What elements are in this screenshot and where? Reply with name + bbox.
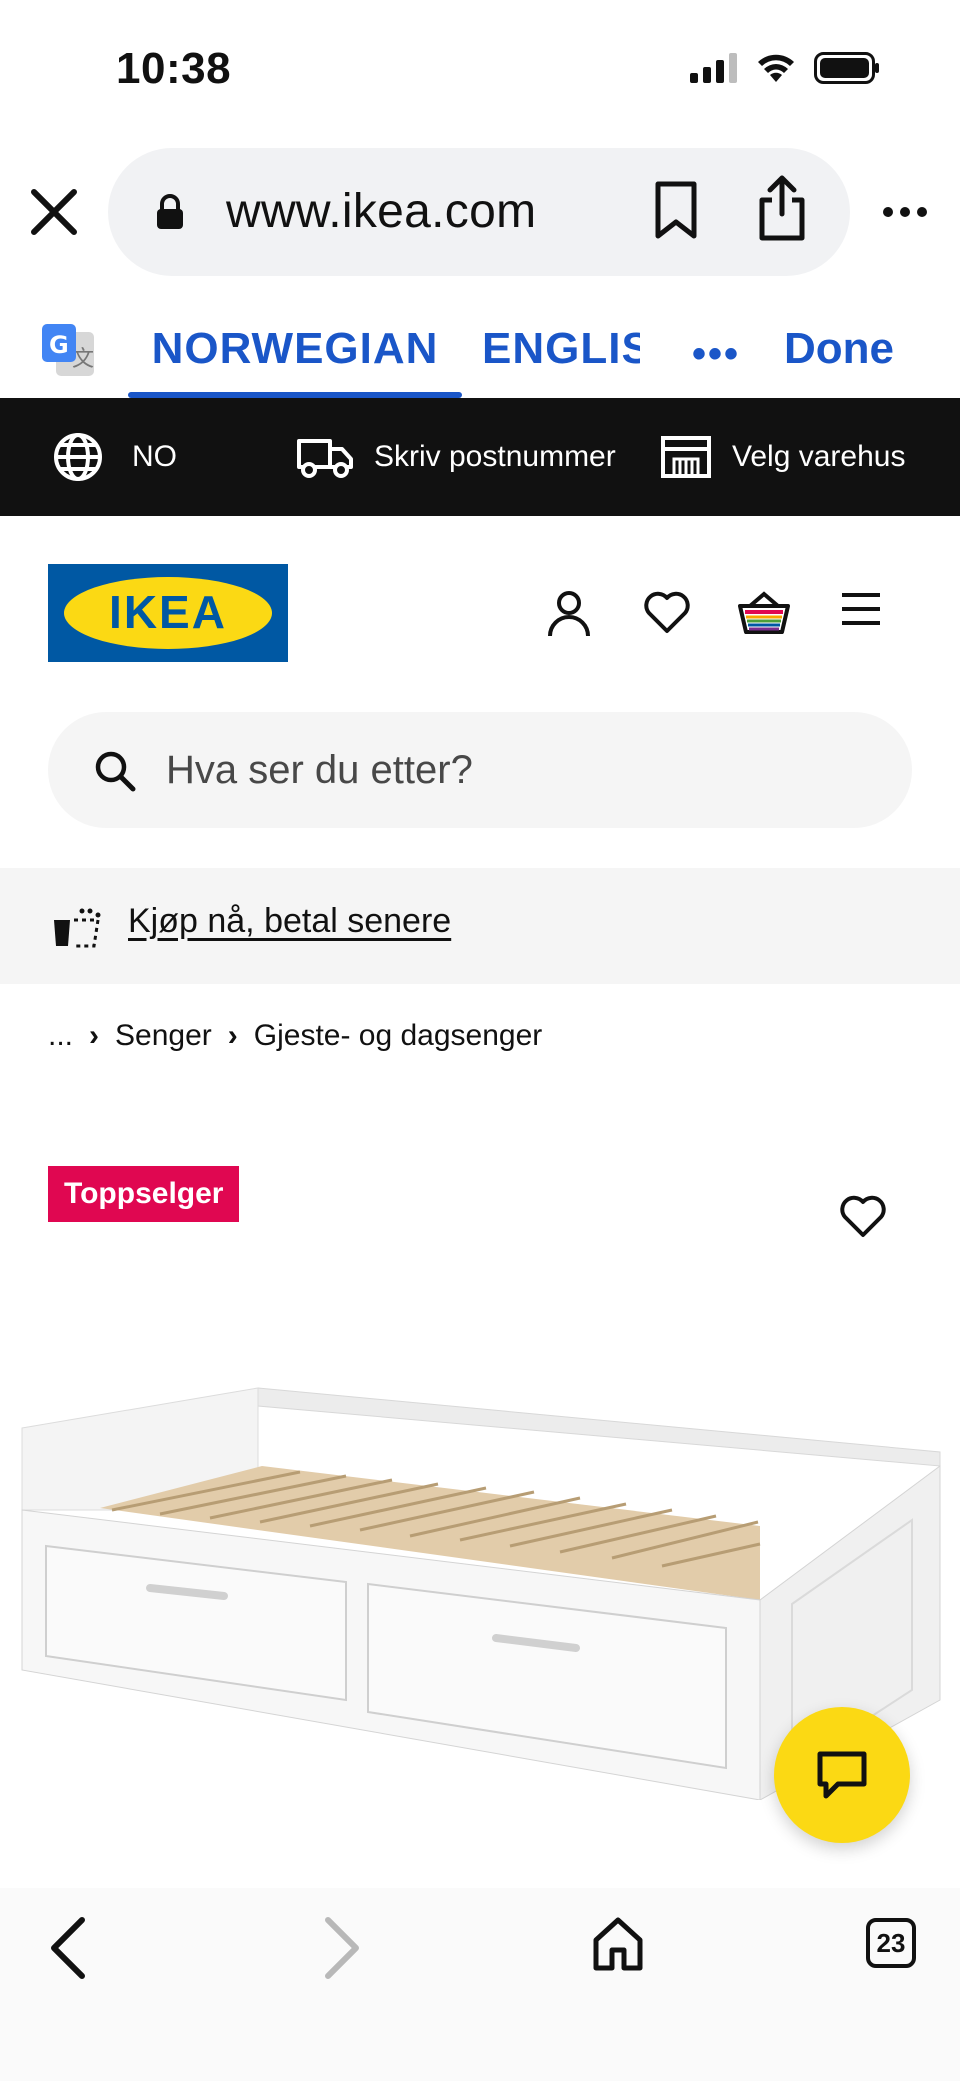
- globe-icon: [54, 433, 102, 481]
- delivery-truck-icon: [297, 439, 353, 478]
- breadcrumb-ellipsis[interactable]: ...: [48, 1019, 73, 1053]
- chat-button[interactable]: [774, 1707, 910, 1843]
- pay-later-icon: [54, 908, 101, 948]
- url-text: www.ikea.com: [226, 185, 537, 238]
- search-placeholder: Hva ser du etter?: [166, 748, 473, 792]
- google-translate-icon: 文 G: [42, 324, 94, 376]
- language-label: NO: [132, 440, 177, 473]
- store-label: Velg varehus: [732, 440, 906, 473]
- breadcrumb-guest-day-beds[interactable]: Gjeste- og dagsenger: [254, 1019, 543, 1053]
- status-bar: 10:38: [0, 0, 960, 140]
- pay-later-link[interactable]: Kjøp nå, betal senere: [128, 902, 451, 941]
- tab-english[interactable]: ENGLISH: [482, 300, 640, 398]
- ikea-logo[interactable]: IKEA: [48, 564, 288, 662]
- done-button[interactable]: Done: [784, 300, 894, 398]
- more-icon[interactable]: [882, 206, 928, 218]
- menu-icon[interactable]: [840, 590, 882, 628]
- shopping-cart-icon[interactable]: [738, 590, 790, 636]
- wifi-icon: [758, 54, 794, 82]
- search-icon: [95, 751, 136, 792]
- site-header: IKEA: [0, 516, 960, 706]
- account-icon[interactable]: [546, 590, 592, 638]
- postcode-label: Skriv postnummer: [374, 440, 616, 473]
- share-icon[interactable]: [756, 174, 808, 242]
- address-bar[interactable]: www.ikea.com: [108, 148, 850, 276]
- forward-arrow-icon[interactable]: [322, 1916, 362, 1980]
- chevron-right-icon: ›: [89, 1019, 100, 1052]
- close-icon[interactable]: [28, 186, 80, 238]
- breadcrumb: ... › Senger › Gjeste- og dagsenger: [48, 1014, 542, 1058]
- ikea-top-strip: NO Skriv postnummer Velg varehus: [0, 398, 960, 516]
- back-arrow-icon[interactable]: [48, 1916, 88, 1980]
- top-seller-badge: Toppselger: [48, 1166, 240, 1222]
- store-icon: [661, 436, 711, 478]
- pay-later-banner: Kjøp nå, betal senere: [0, 868, 960, 984]
- translate-bar: 文 G NORWEGIAN ENGLISH ••• Done: [0, 300, 960, 398]
- store-selector[interactable]: Velg varehus: [660, 398, 905, 516]
- home-icon[interactable]: [592, 1916, 644, 1972]
- chevron-right-icon: ›: [227, 1019, 238, 1052]
- favourites-icon[interactable]: [644, 590, 690, 634]
- browser-bottom-nav: 23: [0, 1888, 960, 2081]
- tab-norwegian[interactable]: NORWEGIAN: [128, 300, 462, 398]
- ikea-logo-text: IKEA: [109, 586, 227, 638]
- language-selector[interactable]: NO: [52, 398, 177, 516]
- svg-text:G: G: [49, 331, 69, 359]
- status-time: 10:38: [116, 44, 232, 93]
- search-input[interactable]: Hva ser du etter?: [48, 712, 912, 828]
- tabs-button[interactable]: 23: [866, 1918, 916, 1968]
- add-to-wishlist-icon[interactable]: [840, 1194, 886, 1238]
- lock-icon: [157, 194, 183, 229]
- breadcrumb-senger[interactable]: Senger: [115, 1019, 212, 1053]
- ikea-logo-mark: IKEA: [48, 564, 288, 662]
- postcode-selector[interactable]: Skriv postnummer: [296, 398, 616, 516]
- signal-icon: [690, 53, 737, 83]
- battery-icon: [814, 52, 879, 84]
- bookmark-icon[interactable]: [652, 180, 700, 240]
- chat-icon: [817, 1751, 867, 1799]
- browser-toolbar: www.ikea.com: [0, 148, 960, 276]
- status-icons: [690, 52, 880, 84]
- translate-more-button[interactable]: •••: [692, 332, 740, 377]
